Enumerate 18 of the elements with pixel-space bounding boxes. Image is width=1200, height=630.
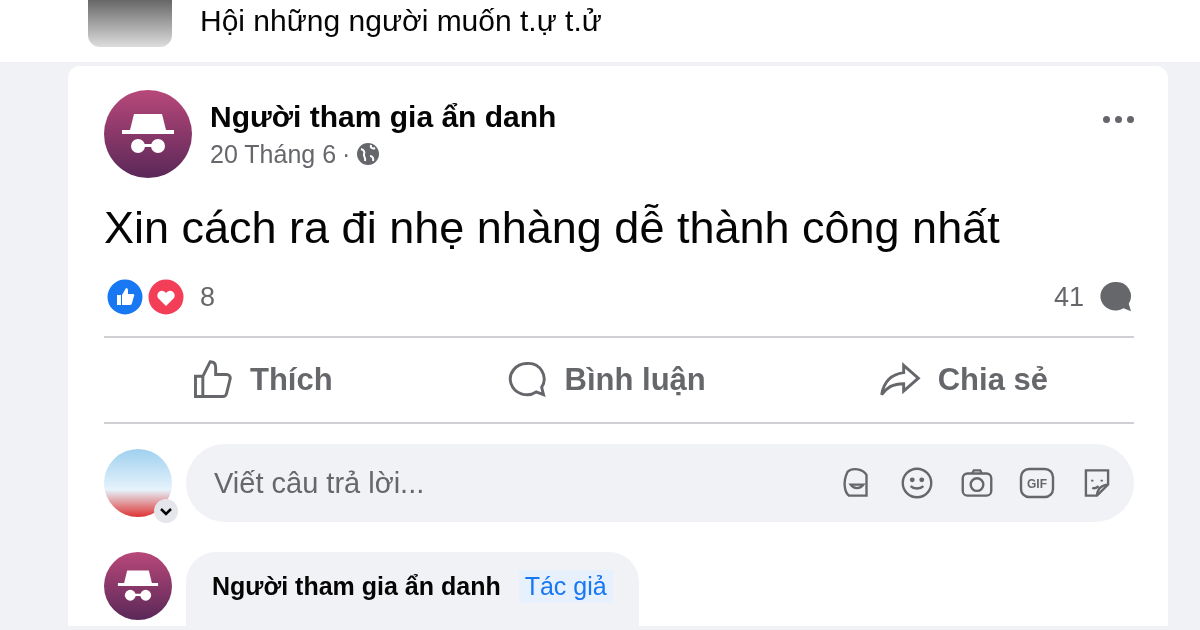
- group-name[interactable]: Hội những người muốn t.ự t.ử: [200, 4, 602, 38]
- comment-count[interactable]: 41: [1053, 281, 1084, 313]
- share-button[interactable]: Chia sẻ: [867, 352, 1058, 408]
- author-name[interactable]: Người tham gia ẩn danh: [210, 99, 1085, 134]
- separator-dot: ·: [342, 139, 351, 169]
- post-text: Xin cách ra đi nhẹ nhàng dễ thành công nhất: [104, 202, 1001, 254]
- comment-author[interactable]: Người tham gia ẩn danh: [212, 572, 501, 601]
- like-button[interactable]: Thích: [179, 352, 343, 408]
- incognito-avatar-icon: [104, 90, 192, 178]
- post-date[interactable]: 20 Tháng 6: [210, 139, 337, 169]
- reaction-count[interactable]: 8: [200, 281, 216, 313]
- more-options-button[interactable]: [1103, 116, 1134, 123]
- incognito-avatar-icon: [104, 552, 172, 620]
- chevron-down-icon[interactable]: [154, 499, 178, 523]
- reply-input-field[interactable]: Viết câu trả lời... GIF: [186, 444, 1134, 522]
- comment-button[interactable]: Bình luận: [494, 352, 716, 408]
- globe-icon: [356, 142, 381, 166]
- author-badge: Tác giả: [518, 570, 613, 603]
